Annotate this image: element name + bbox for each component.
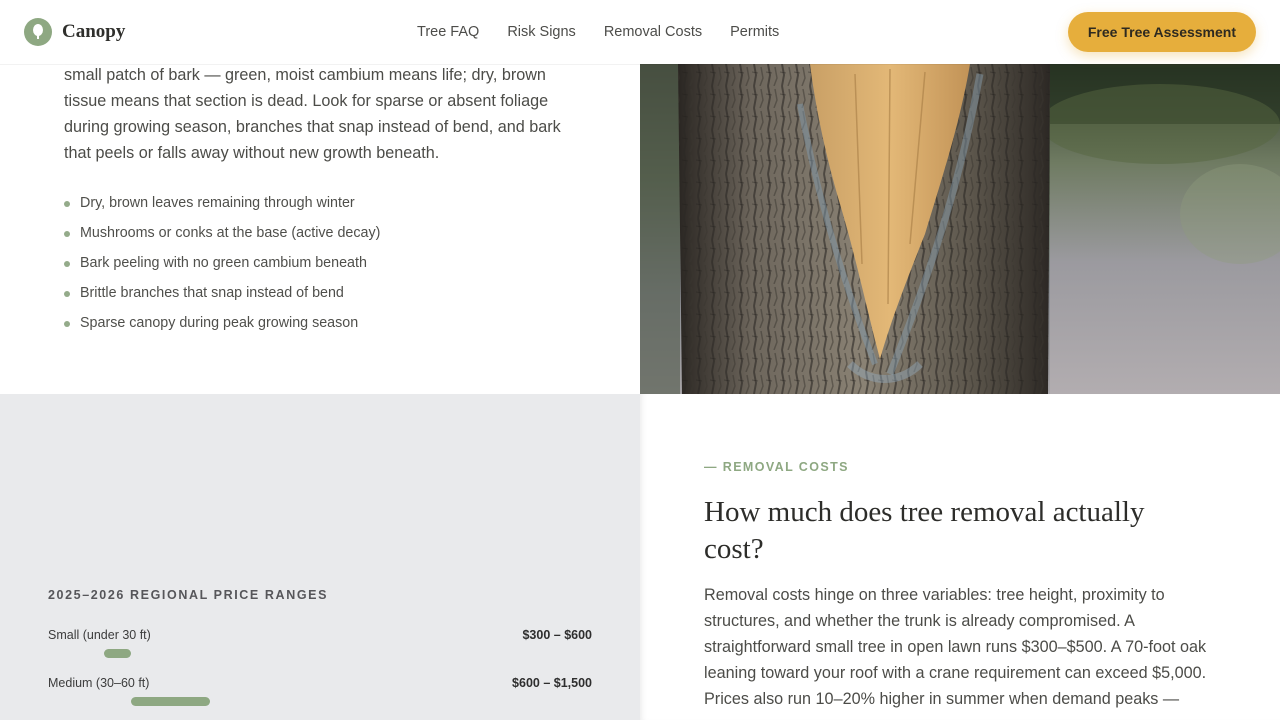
price-row-label: Small (under 30 ft) xyxy=(48,628,151,642)
brand-logo[interactable]: Canopy xyxy=(24,18,125,46)
price-row-range: $300 – $600 xyxy=(522,628,592,642)
site-header: Canopy Tree FAQ Risk Signs Removal Costs… xyxy=(0,0,1280,64)
main-nav: Tree FAQ Risk Signs Removal Costs Permit… xyxy=(417,0,779,64)
price-ranges-title: 2025–2026 REGIONAL PRICE RANGES xyxy=(48,588,329,602)
dot-icon xyxy=(64,261,70,267)
price-row-label: Medium (30–60 ft) xyxy=(48,676,150,690)
dot-icon xyxy=(64,291,70,297)
price-ranges-panel: 2025–2026 REGIONAL PRICE RANGES Small (u… xyxy=(0,394,640,720)
dot-icon xyxy=(64,321,70,327)
price-range-bar xyxy=(130,697,210,706)
tree-leaf-icon xyxy=(24,18,52,46)
dot-icon xyxy=(64,201,70,207)
signs-paragraph-top: small patch of bark — green, moist cambi… xyxy=(64,66,546,84)
nav-item-tree-faq[interactable]: Tree FAQ xyxy=(417,24,479,40)
dead-tree-signs-section: small patch of bark — green, moist cambi… xyxy=(0,64,640,394)
section-body: Removal costs hinge on three variables: … xyxy=(704,586,1207,708)
tree-trunk-photo xyxy=(640,64,1280,394)
tree-trunk-image xyxy=(640,64,1280,394)
nav-item-removal-costs[interactable]: Removal Costs xyxy=(604,24,702,40)
list-item: Mushrooms or conks at the base (active d… xyxy=(64,218,380,248)
free-assessment-button[interactable]: Free Tree Assessment xyxy=(1067,12,1256,52)
list-item: Sparse canopy during peak growing season xyxy=(64,308,380,338)
list-item: Bark peeling with no green cambium benea… xyxy=(64,248,380,278)
nav-item-risk-signs[interactable]: Risk Signs xyxy=(507,24,576,40)
signs-paragraph: tissue means that section is dead. Look … xyxy=(64,92,561,162)
section-eyebrow: — REMOVAL COSTS xyxy=(704,460,849,474)
section-heading: How much does tree removal actually cost… xyxy=(704,496,1145,565)
signs-list: Dry, brown leaves remaining through wint… xyxy=(64,188,380,338)
nav-item-permits[interactable]: Permits xyxy=(730,24,779,40)
price-range-bar xyxy=(104,649,131,658)
price-row-range: $600 – $1,500 xyxy=(512,676,592,690)
list-item: Dry, brown leaves remaining through wint… xyxy=(64,188,380,218)
list-item: Brittle branches that snap instead of be… xyxy=(64,278,380,308)
dot-icon xyxy=(64,231,70,237)
removal-costs-section: — REMOVAL COSTS How much does tree remov… xyxy=(640,394,1280,720)
brand-name: Canopy xyxy=(62,21,126,42)
